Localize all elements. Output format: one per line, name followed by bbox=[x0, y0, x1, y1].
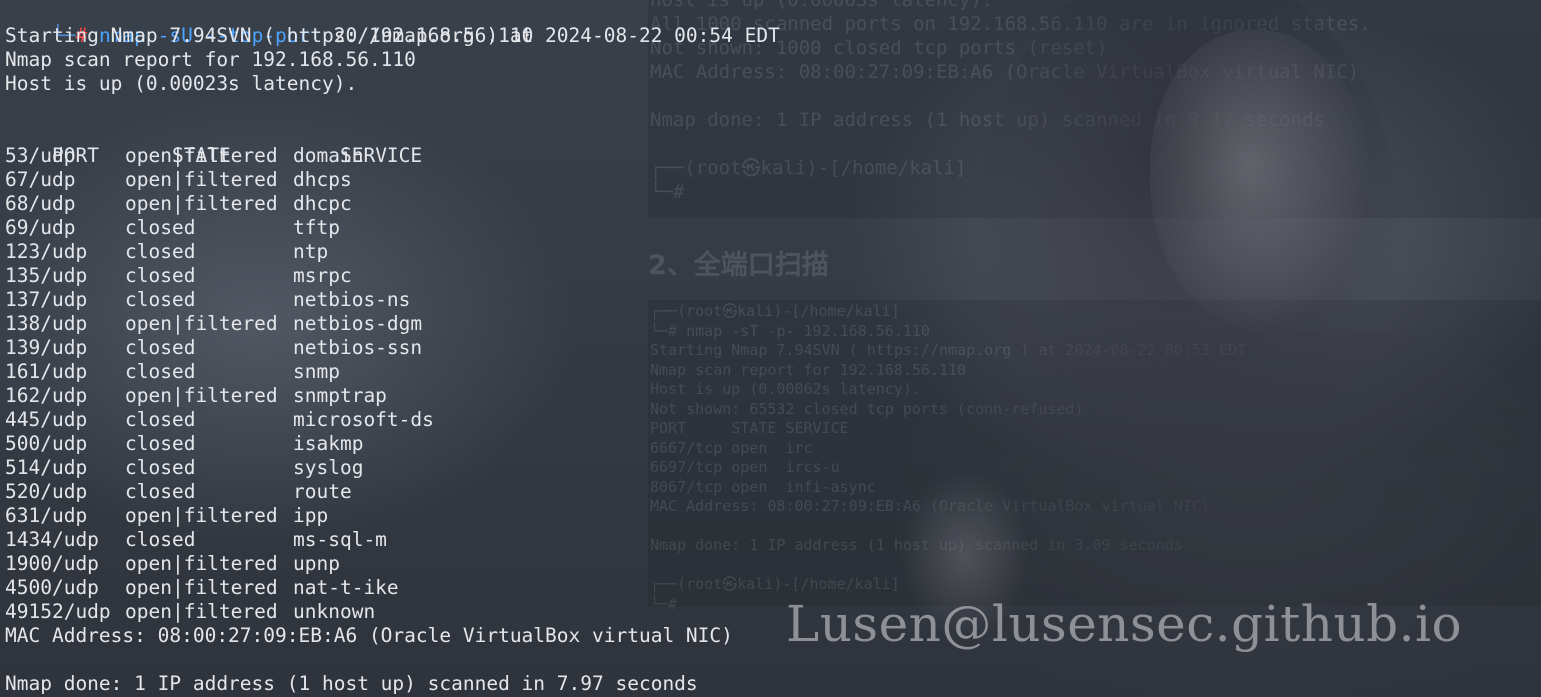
row-service: tftp bbox=[293, 216, 340, 239]
row-state: open|filtered bbox=[125, 168, 278, 191]
row-state: open|filtered bbox=[125, 312, 278, 335]
row-state: open|filtered bbox=[125, 576, 278, 599]
watermark-text: Lusen@lusensec.github.io bbox=[786, 595, 1463, 653]
table-row: 500/udp closed isakmp bbox=[5, 432, 363, 456]
row-port: 138/udp bbox=[5, 312, 88, 335]
row-port: 1900/udp bbox=[5, 552, 99, 575]
row-service: snmp bbox=[293, 360, 340, 383]
row-service: isakmp bbox=[293, 432, 364, 455]
table-row: 138/udp open|filtered netbios-dgm bbox=[5, 312, 422, 336]
row-service: route bbox=[293, 480, 352, 503]
table-row: 520/udp closed route bbox=[5, 480, 352, 504]
row-state: closed bbox=[125, 456, 196, 479]
row-port: 161/udp bbox=[5, 360, 88, 383]
table-row: 53/udp open|filtered domain bbox=[5, 144, 363, 168]
table-row: 69/udp closed tftp bbox=[5, 216, 340, 240]
row-service: unknown bbox=[293, 600, 376, 623]
output-line-report: Nmap scan report for 192.168.56.110 bbox=[5, 48, 416, 71]
row-service: ms-sql-m bbox=[293, 528, 387, 551]
row-port: 49152/udp bbox=[5, 600, 111, 623]
row-state: closed bbox=[125, 432, 196, 455]
row-port: 514/udp bbox=[5, 456, 88, 479]
table-row: 1434/udp closed ms-sql-m bbox=[5, 528, 387, 552]
row-service: syslog bbox=[293, 456, 364, 479]
row-service: ntp bbox=[293, 240, 329, 263]
row-port: 137/udp bbox=[5, 288, 88, 311]
output-line-host-up: Host is up (0.00023s latency). bbox=[5, 72, 358, 95]
row-state: closed bbox=[125, 264, 196, 287]
row-state: closed bbox=[125, 360, 196, 383]
table-row: 67/udp open|filtered dhcps bbox=[5, 168, 352, 192]
output-line-start: Starting Nmap 7.94SVN ( https://nmap.org… bbox=[5, 24, 780, 47]
row-state: open|filtered bbox=[125, 144, 278, 167]
table-row: 139/udp closed netbios-ssn bbox=[5, 336, 422, 360]
row-service: nat-t-ike bbox=[293, 576, 399, 599]
row-service: ipp bbox=[293, 504, 329, 527]
row-service: netbios-ns bbox=[293, 288, 411, 311]
row-port: 445/udp bbox=[5, 408, 88, 431]
row-port: 53/udp bbox=[5, 144, 76, 167]
table-row: 68/udp open|filtered dhcpc bbox=[5, 192, 352, 216]
row-port: 68/udp bbox=[5, 192, 76, 215]
row-port: 1434/udp bbox=[5, 528, 99, 551]
row-state: closed bbox=[125, 408, 196, 431]
table-row: 4500/udp open|filtered nat-t-ike bbox=[5, 576, 399, 600]
row-port: 4500/udp bbox=[5, 576, 99, 599]
table-row: 123/udp closed ntp bbox=[5, 240, 328, 264]
row-port: 162/udp bbox=[5, 384, 88, 407]
row-service: upnp bbox=[293, 552, 340, 575]
table-row: 49152/udp open|filtered unknown bbox=[5, 600, 375, 624]
row-state: closed bbox=[125, 288, 196, 311]
row-service: dhcps bbox=[293, 168, 352, 191]
table-row: 135/udp closed msrpc bbox=[5, 264, 352, 288]
row-port: 139/udp bbox=[5, 336, 88, 359]
row-state: open|filtered bbox=[125, 600, 278, 623]
row-port: 123/udp bbox=[5, 240, 88, 263]
table-row: 1900/udp open|filtered upnp bbox=[5, 552, 340, 576]
row-state: open|filtered bbox=[125, 552, 278, 575]
row-service: snmptrap bbox=[293, 384, 387, 407]
output-line-mac: MAC Address: 08:00:27:09:EB:A6 (Oracle V… bbox=[5, 624, 733, 647]
table-row: 137/udp closed netbios-ns bbox=[5, 288, 410, 312]
output-line-done: Nmap done: 1 IP address (1 host up) scan… bbox=[5, 672, 698, 695]
row-state: closed bbox=[125, 480, 196, 503]
row-state: closed bbox=[125, 240, 196, 263]
row-service: microsoft-ds bbox=[293, 408, 434, 431]
row-service: domain bbox=[293, 144, 364, 167]
row-service: dhcpc bbox=[293, 192, 352, 215]
row-state: open|filtered bbox=[125, 504, 278, 527]
table-row: 161/udp closed snmp bbox=[5, 360, 340, 384]
row-port: 520/udp bbox=[5, 480, 88, 503]
row-state: closed bbox=[125, 216, 196, 239]
row-port: 69/udp bbox=[5, 216, 76, 239]
row-port: 67/udp bbox=[5, 168, 76, 191]
row-state: closed bbox=[125, 336, 196, 359]
table-row: 445/udp closed microsoft-ds bbox=[5, 408, 434, 432]
row-port: 500/udp bbox=[5, 432, 88, 455]
table-row: 631/udp open|filtered ipp bbox=[5, 504, 328, 528]
row-port: 631/udp bbox=[5, 504, 88, 527]
row-service: msrpc bbox=[293, 264, 352, 287]
command-prompt-line[interactable]: └─# nmap -sU --top-port 20 192.168.56.11… bbox=[5, 0, 533, 47]
table-row: 162/udp open|filtered snmptrap bbox=[5, 384, 387, 408]
table-header: PORT STATE SERVICE bbox=[5, 120, 422, 167]
table-row: 514/udp closed syslog bbox=[5, 456, 363, 480]
row-state: closed bbox=[125, 528, 196, 551]
row-service: netbios-ssn bbox=[293, 336, 423, 359]
row-port: 135/udp bbox=[5, 264, 88, 287]
row-state: open|filtered bbox=[125, 192, 278, 215]
row-state: open|filtered bbox=[125, 384, 278, 407]
row-service: netbios-dgm bbox=[293, 312, 423, 335]
